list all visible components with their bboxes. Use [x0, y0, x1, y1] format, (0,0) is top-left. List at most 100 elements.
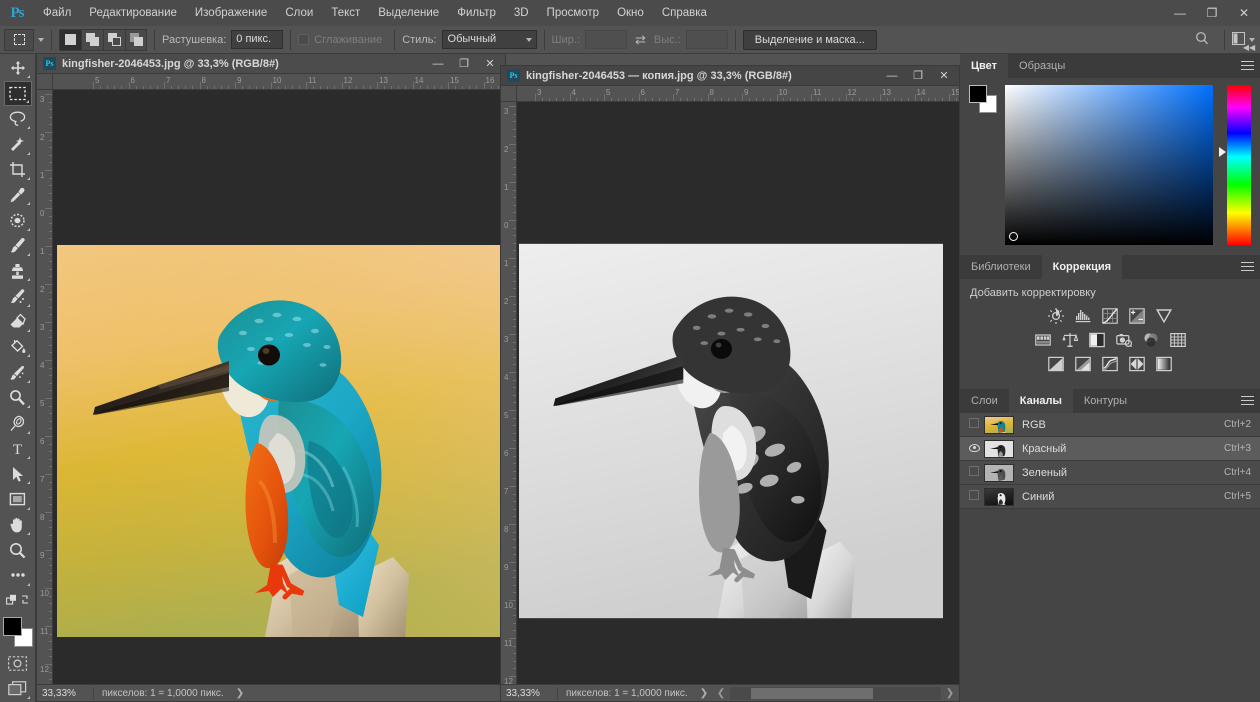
- default-colors-and-swap[interactable]: [4, 589, 32, 613]
- foreground-color-swatch[interactable]: [2, 617, 22, 637]
- intersect-selection-button[interactable]: [125, 28, 147, 51]
- threshold-icon[interactable]: [1102, 355, 1119, 372]
- minimize-button[interactable]: —: [1164, 0, 1196, 26]
- menu-item-window[interactable]: Окно: [608, 0, 653, 26]
- saturation-value-picker[interactable]: [1004, 85, 1214, 245]
- search-icon[interactable]: [1187, 31, 1217, 48]
- canvas-1[interactable]: [53, 90, 505, 686]
- eyedropper-tool[interactable]: [4, 183, 32, 207]
- height-input[interactable]: [685, 30, 728, 49]
- subtract-from-selection-button[interactable]: [103, 28, 125, 51]
- document-1-restore[interactable]: ❐: [451, 55, 477, 73]
- width-input[interactable]: [585, 30, 628, 49]
- path-selection-tool[interactable]: [4, 462, 32, 486]
- menu-item-view[interactable]: Просмотр: [538, 0, 609, 26]
- zoom-tool[interactable]: [4, 538, 32, 562]
- hue-slider[interactable]: [1219, 85, 1251, 245]
- paint-bucket-tool[interactable]: [4, 335, 32, 359]
- new-selection-button[interactable]: [59, 28, 81, 51]
- chevron-down-icon[interactable]: [38, 37, 44, 42]
- ruler-corner-2[interactable]: [501, 86, 517, 102]
- invert-icon[interactable]: [1048, 355, 1065, 372]
- document-2-restore[interactable]: ❐: [905, 67, 931, 85]
- document-1-status-expand-icon[interactable]: ❯: [232, 688, 248, 699]
- hue-saturation-icon[interactable]: [1034, 331, 1051, 348]
- clone-stamp-tool[interactable]: [4, 259, 32, 283]
- color-balance-icon[interactable]: [1061, 331, 1078, 348]
- selective-color-icon[interactable]: [1129, 355, 1146, 372]
- canvas-2[interactable]: [517, 102, 959, 684]
- pen-tool[interactable]: [4, 411, 32, 435]
- menu-item-layers[interactable]: Слои: [276, 0, 322, 26]
- crop-tool[interactable]: [4, 158, 32, 182]
- menu-item-image[interactable]: Изображение: [186, 0, 276, 26]
- horizontal-ruler-2[interactable]: 3 4 5 6 7 8 9 10 11 12 13 14 15: [517, 86, 959, 102]
- blur-tool[interactable]: [4, 360, 32, 384]
- channel-row-blue[interactable]: Синий Ctrl+5: [960, 485, 1260, 509]
- tab-channels[interactable]: Каналы: [1008, 389, 1073, 413]
- ruler-corner-1[interactable]: [37, 74, 53, 90]
- tab-color[interactable]: Цвет: [960, 54, 1009, 78]
- foreground-color-swatch[interactable]: [969, 85, 987, 103]
- channel-visibility-toggle[interactable]: [964, 418, 984, 431]
- document-2-zoom-value[interactable]: 33,33%: [501, 686, 557, 701]
- spot-healing-brush-tool[interactable]: [4, 208, 32, 232]
- menu-item-file[interactable]: Файл: [34, 0, 80, 26]
- scroll-track[interactable]: [730, 686, 941, 700]
- levels-icon[interactable]: [1075, 307, 1092, 324]
- hue-slider-handle[interactable]: [1219, 147, 1227, 157]
- restore-button[interactable]: ❐: [1196, 0, 1228, 26]
- scroll-right-icon[interactable]: ❯: [941, 688, 959, 699]
- curves-icon[interactable]: [1102, 307, 1119, 324]
- document-window-1[interactable]: Ps kingfisher-2046453.jpg @ 33,3% (RGB/8…: [36, 53, 506, 702]
- vertical-ruler-1[interactable]: 321012345678910111213: [37, 90, 53, 686]
- collapse-panels-icon[interactable]: ◀◀: [1240, 42, 1258, 54]
- screen-mode-button[interactable]: [4, 677, 32, 701]
- document-1-titlebar[interactable]: Ps kingfisher-2046453.jpg @ 33,3% (RGB/8…: [37, 54, 505, 74]
- swap-dimensions-icon[interactable]: ⇄: [635, 32, 646, 48]
- close-button[interactable]: ✕: [1228, 0, 1260, 26]
- gradient-map-icon[interactable]: [1156, 355, 1173, 372]
- vertical-ruler-2[interactable]: 321012345678910111213: [501, 102, 517, 684]
- photo-filter-icon[interactable]: [1115, 331, 1132, 348]
- brush-tool[interactable]: [4, 234, 32, 258]
- color-swatches[interactable]: [2, 617, 33, 648]
- color-lookup-icon[interactable]: [1169, 331, 1186, 348]
- panel-menu-icon[interactable]: [1241, 396, 1254, 408]
- hand-tool[interactable]: [4, 513, 32, 537]
- channel-visibility-toggle[interactable]: [964, 466, 984, 479]
- style-select[interactable]: Обычный: [441, 30, 537, 49]
- type-tool[interactable]: T: [4, 437, 32, 461]
- eraser-tool[interactable]: [4, 310, 32, 334]
- move-tool[interactable]: [4, 56, 32, 80]
- document-2-minimize[interactable]: —: [879, 67, 905, 85]
- brightness-contrast-icon[interactable]: [1048, 307, 1065, 324]
- quick-mask-button[interactable]: [4, 651, 32, 675]
- select-and-mask-button[interactable]: Выделение и маска...: [742, 29, 877, 50]
- feather-input[interactable]: 0 пикс.: [231, 30, 284, 49]
- channel-row-rgb[interactable]: RGB Ctrl+2: [960, 413, 1260, 437]
- magic-wand-tool[interactable]: [4, 132, 32, 156]
- document-2-status-expand-icon[interactable]: ❯: [696, 688, 712, 699]
- panel-menu-icon[interactable]: [1241, 61, 1254, 73]
- color-panel-swatches[interactable]: [969, 85, 997, 113]
- channel-visibility-toggle[interactable]: [964, 443, 984, 455]
- tab-libraries[interactable]: Библиотеки: [960, 255, 1042, 279]
- channel-mixer-icon[interactable]: [1142, 331, 1159, 348]
- channel-visibility-toggle[interactable]: [964, 490, 984, 503]
- rectangular-marquee-tool[interactable]: [3, 81, 32, 106]
- channel-row-red[interactable]: Красный Ctrl+3: [960, 437, 1260, 461]
- tab-adjustments[interactable]: Коррекция: [1041, 255, 1123, 279]
- document-2-titlebar[interactable]: Ps kingfisher-2046453 — копия.jpg @ 33,3…: [501, 66, 959, 86]
- dodge-tool[interactable]: [4, 386, 32, 410]
- tab-paths[interactable]: Контуры: [1073, 389, 1138, 413]
- menu-item-filter[interactable]: Фильтр: [448, 0, 505, 26]
- add-to-selection-button[interactable]: [81, 28, 103, 51]
- chevron-down-icon[interactable]: [1249, 37, 1255, 42]
- horizontal-ruler-1[interactable]: 5 6 7 8 9 10 11 12 13 14 15 16: [53, 74, 505, 90]
- posterize-icon[interactable]: [1075, 355, 1092, 372]
- antialias-checkbox[interactable]: [298, 34, 310, 45]
- vibrance-icon[interactable]: [1156, 307, 1173, 324]
- tool-preset-picker[interactable]: [4, 28, 34, 51]
- menu-item-3d[interactable]: 3D: [505, 0, 538, 26]
